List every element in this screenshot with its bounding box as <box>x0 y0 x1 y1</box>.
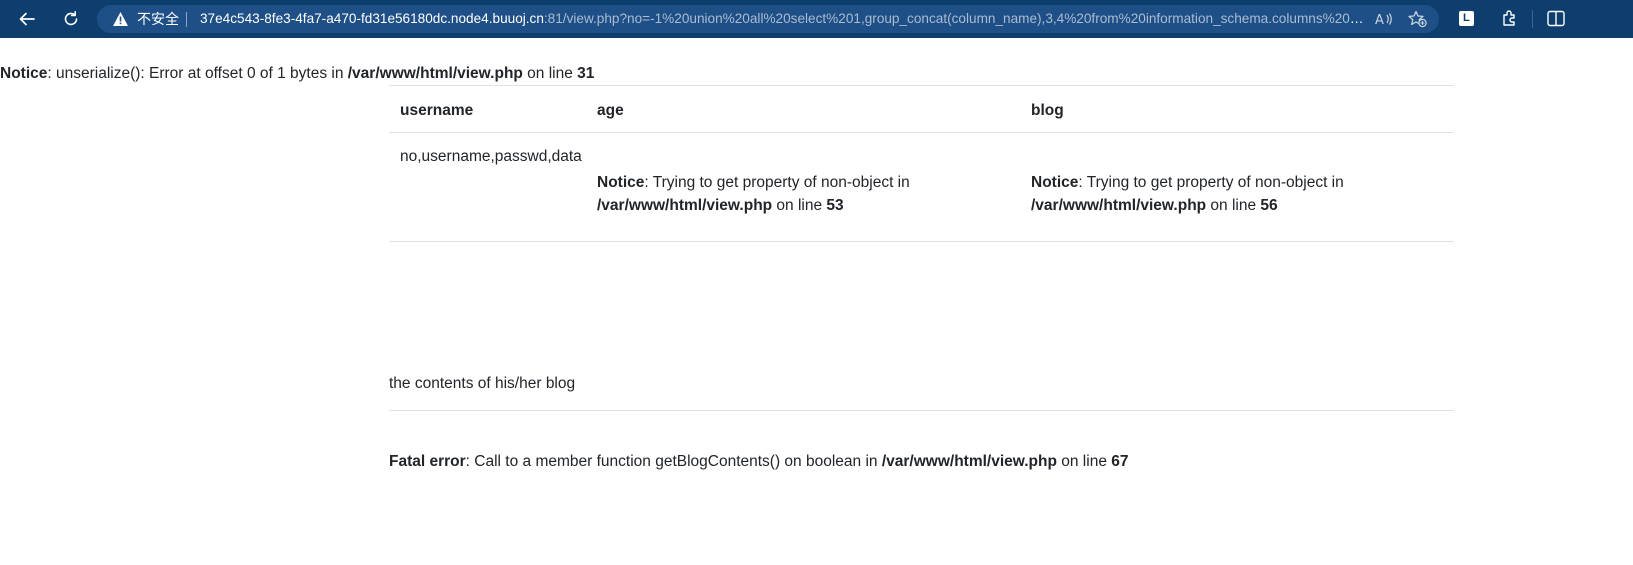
url-path: :81/view.php?no=-1%20union%20all%20selec… <box>543 11 1372 26</box>
fatal-line-number: 67 <box>1111 453 1129 470</box>
fatal-message: : Call to a member function getBlogConte… <box>465 453 882 470</box>
cell-blog-notice: Notice: Trying to get property of non-ob… <box>1031 171 1451 217</box>
header-blog: blog <box>1031 102 1064 119</box>
back-arrow-icon <box>19 12 35 26</box>
favorite-add-icon[interactable] <box>1408 10 1428 28</box>
notice-on-line: on line <box>772 197 827 214</box>
fatal-on-line: on line <box>1056 453 1112 470</box>
fatal-file: /var/www/html/view.php <box>881 453 1057 470</box>
notice-line-number: 31 <box>577 65 595 82</box>
svg-text:A: A <box>1375 13 1384 27</box>
browser-toolbar: 不安全 37e4c543-8fe3-4fa7-a470-fd31e56180dc… <box>0 0 1633 38</box>
url-host: 37e4c543-8fe3-4fa7-a470-fd31e56180dc.nod… <box>200 11 544 26</box>
reload-button[interactable] <box>56 4 86 34</box>
notice-line-number: 53 <box>826 197 844 214</box>
split-screen-icon[interactable] <box>1547 10 1565 27</box>
notice-label: Notice <box>0 65 48 82</box>
unserialize-notice: Notice: unserialize(): Error at offset 0… <box>0 65 594 83</box>
content-divider <box>389 410 1454 411</box>
notice-file: /var/www/html/view.php <box>1031 197 1207 214</box>
notice-label: Notice <box>597 174 645 191</box>
cell-age-notice: Notice: Trying to get property of non-ob… <box>597 171 1017 217</box>
address-bar[interactable]: 不安全 37e4c543-8fe3-4fa7-a470-fd31e56180dc… <box>97 5 1439 33</box>
notice-file: /var/www/html/view.php <box>597 197 773 214</box>
table-header-row: username age blog <box>389 86 1454 133</box>
table-row: no,username,passwd,data Notice: Trying t… <box>389 133 1454 242</box>
notice-line-number: 56 <box>1260 197 1278 214</box>
url-text[interactable]: 37e4c543-8fe3-4fa7-a470-fd31e56180dc.nod… <box>200 5 1372 33</box>
notice-file: /var/www/html/view.php <box>347 65 523 82</box>
extension-l-icon[interactable]: L <box>1459 11 1474 26</box>
extensions-icon[interactable] <box>1501 9 1519 27</box>
notice-label: Notice <box>1031 174 1079 191</box>
back-button[interactable] <box>12 4 42 34</box>
extension-l-letter: L <box>1463 12 1470 24</box>
not-secure-label[interactable]: 不安全 <box>137 5 179 33</box>
header-username: username <box>400 102 474 119</box>
read-aloud-icon[interactable]: A <box>1375 11 1393 27</box>
url-separator <box>186 12 187 27</box>
toolbar-divider <box>1532 10 1533 28</box>
warning-icon[interactable] <box>112 11 129 27</box>
header-age: age <box>597 102 624 119</box>
user-table: username age blog no,username,passwd,dat… <box>389 85 1454 242</box>
blog-contents-heading: the contents of his/her blog <box>389 375 576 392</box>
notice-message: : unserialize(): Error at offset 0 of 1 … <box>47 65 348 82</box>
fatal-error-label: Fatal error <box>389 453 466 470</box>
notice-message: : Trying to get property of non-object i… <box>644 174 910 191</box>
fatal-error-message: Fatal error: Call to a member function g… <box>389 453 1129 471</box>
cell-username: no,username,passwd,data <box>400 148 582 165</box>
notice-on-line: on line <box>522 65 578 82</box>
reload-icon <box>64 11 78 26</box>
notice-on-line: on line <box>1206 197 1261 214</box>
notice-message: : Trying to get property of non-object i… <box>1078 174 1344 191</box>
